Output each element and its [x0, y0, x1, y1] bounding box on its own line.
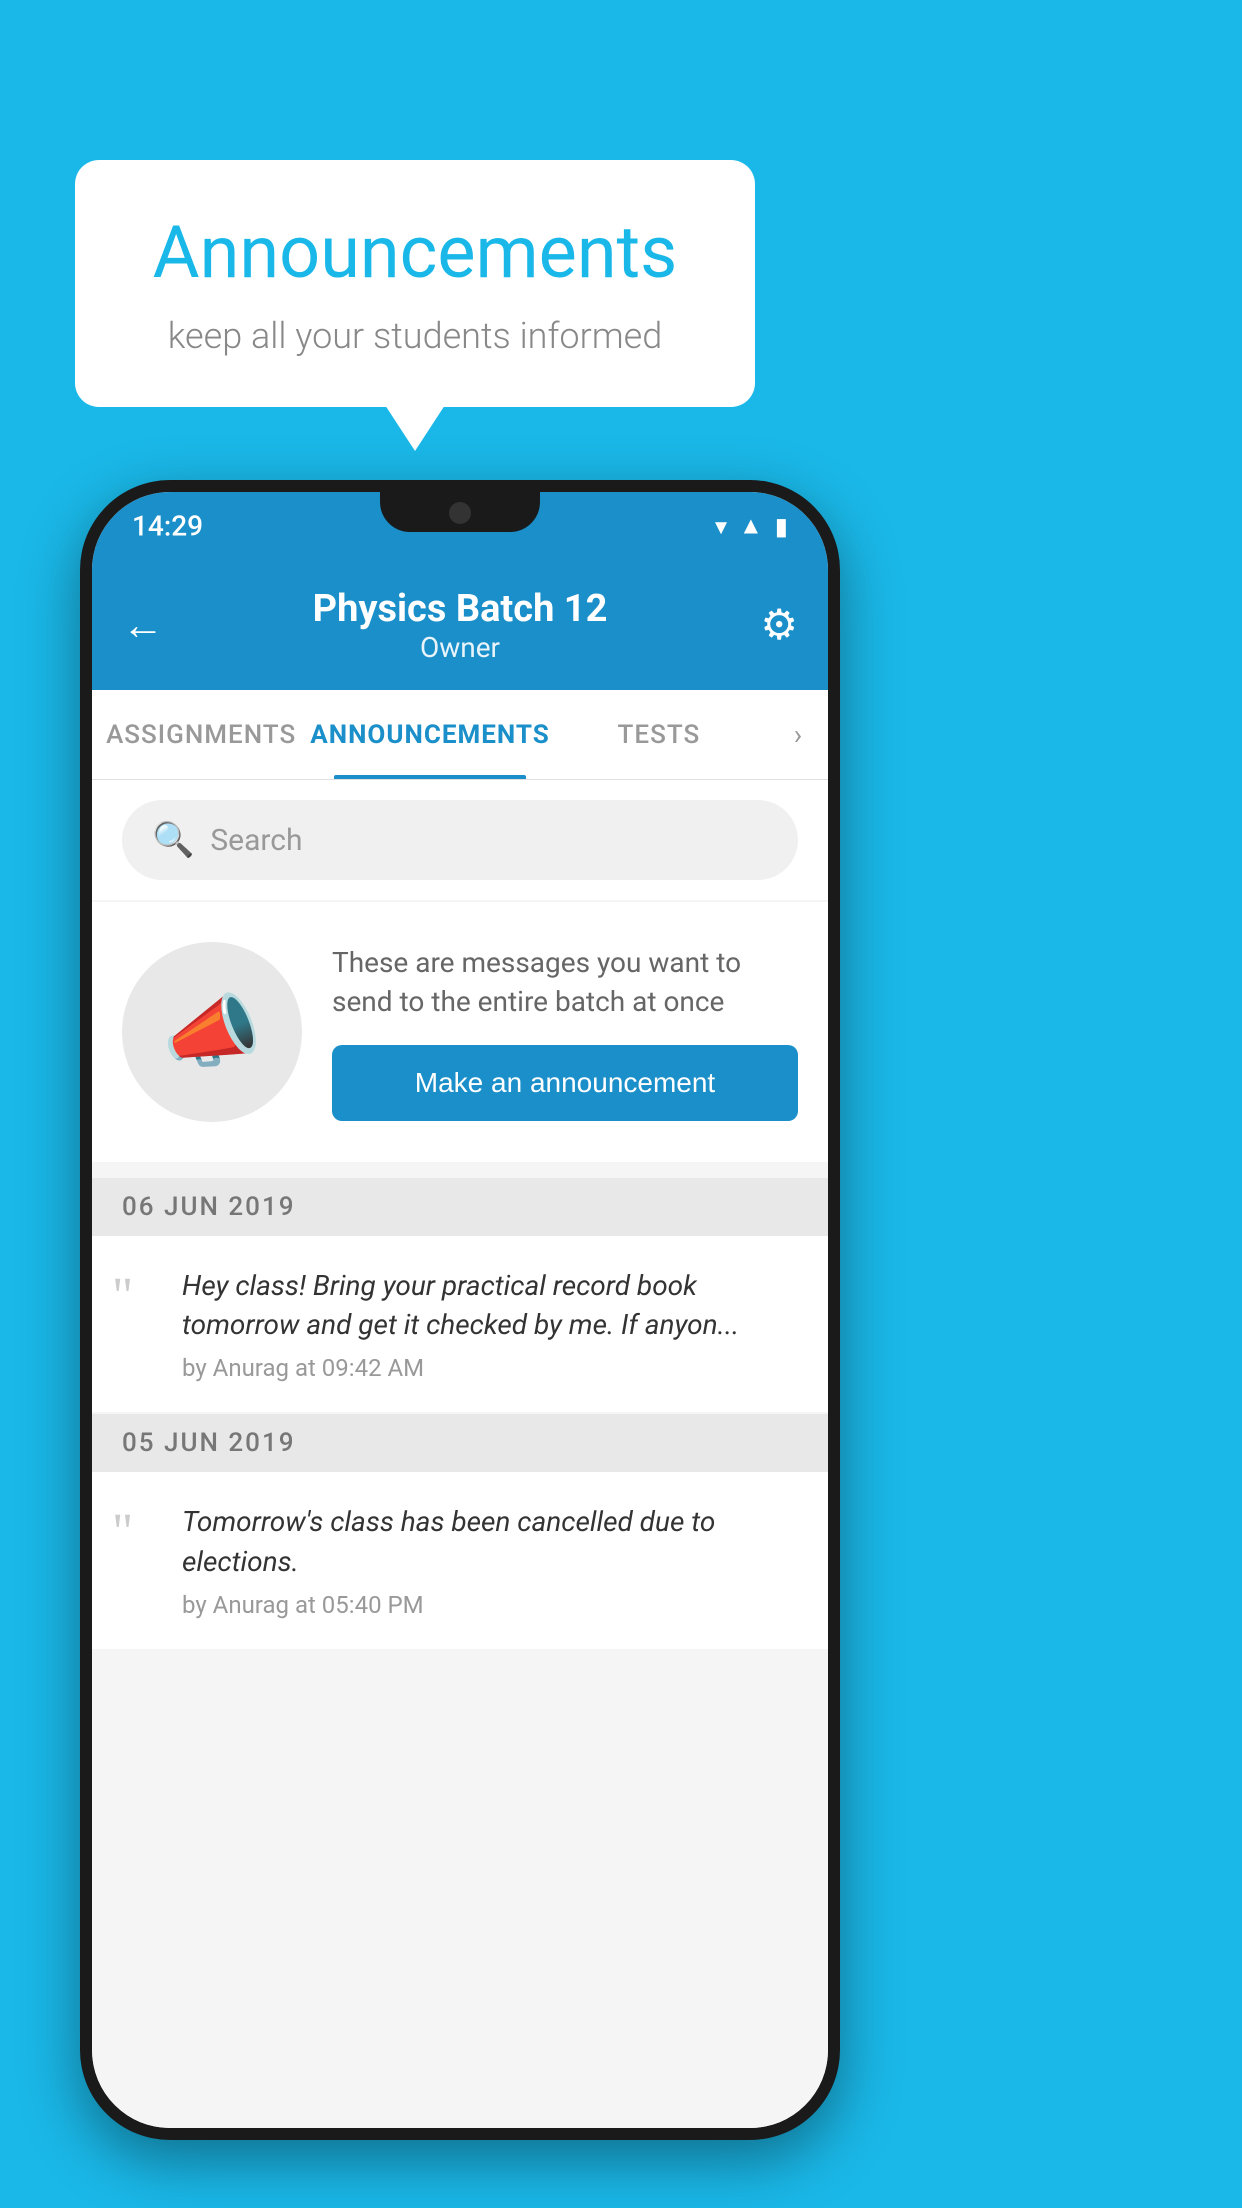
phone-screen: 14:29 ▾ ▲ ▮ ← Physics Batch 12 Owner ⚙ [92, 492, 828, 2128]
search-container: 🔍 Search [92, 780, 828, 900]
prompt-right: These are messages you want to send to t… [332, 943, 798, 1121]
date-separator-2: 05 JUN 2019 [92, 1414, 828, 1472]
megaphone-icon: 📣 [162, 985, 262, 1079]
speech-bubble-subtitle: keep all your students informed [135, 315, 695, 357]
status-icons: ▾ ▲ ▮ [715, 512, 788, 541]
prompt-description: These are messages you want to send to t… [332, 943, 798, 1021]
owner-label: Owner [313, 631, 608, 664]
announcement-content-2: Tomorrow's class has been cancelled due … [182, 1502, 798, 1618]
app-header: ← Physics Batch 12 Owner ⚙ [92, 560, 828, 690]
quote-icon-2: " [112, 1502, 162, 1618]
phone-wrapper: 14:29 ▾ ▲ ▮ ← Physics Batch 12 Owner ⚙ [80, 480, 840, 2140]
tab-announcements[interactable]: ANNOUNCEMENTS [310, 690, 549, 779]
megaphone-circle: 📣 [122, 942, 302, 1122]
tab-assignments[interactable]: ASSIGNMENTS [92, 690, 310, 779]
back-button[interactable]: ← [122, 601, 164, 650]
wifi-icon: ▾ [715, 512, 727, 540]
announcement-meta-1: by Anurag at 09:42 AM [182, 1354, 798, 1382]
tab-tests[interactable]: TESTS [550, 690, 768, 779]
header-title-area: Physics Batch 12 Owner [313, 587, 608, 664]
tab-more[interactable]: › [768, 718, 828, 751]
phone-notch [380, 492, 540, 532]
tabs-bar: ASSIGNMENTS ANNOUNCEMENTS TESTS › [92, 690, 828, 780]
gear-button[interactable]: ⚙ [760, 600, 798, 650]
speech-bubble-title: Announcements [135, 210, 695, 295]
speech-bubble: Announcements keep all your students inf… [75, 160, 755, 407]
announcement-item-2[interactable]: " Tomorrow's class has been cancelled du… [92, 1472, 828, 1648]
camera [449, 502, 471, 524]
announcement-content-1: Hey class! Bring your practical record b… [182, 1266, 798, 1382]
announcement-text-2: Tomorrow's class has been cancelled due … [182, 1502, 798, 1580]
date-separator-1: 06 JUN 2019 [92, 1178, 828, 1236]
search-bar[interactable]: 🔍 Search [122, 800, 798, 880]
phone-screen-content: 🔍 Search 📣 These are messages you want t… [92, 780, 828, 2128]
signal-icon: ▲ [739, 512, 763, 541]
phone-outer: 14:29 ▾ ▲ ▮ ← Physics Batch 12 Owner ⚙ [80, 480, 840, 2140]
announcement-prompt: 📣 These are messages you want to send to… [92, 902, 828, 1162]
speech-bubble-container: Announcements keep all your students inf… [75, 160, 755, 407]
announcement-meta-2: by Anurag at 05:40 PM [182, 1591, 798, 1619]
status-time: 14:29 [132, 510, 203, 543]
battery-icon: ▮ [775, 512, 788, 540]
quote-icon-1: " [112, 1266, 162, 1382]
search-placeholder: Search [210, 823, 302, 858]
make-announcement-button[interactable]: Make an announcement [332, 1045, 798, 1121]
batch-title: Physics Batch 12 [313, 587, 608, 631]
announcement-text-1: Hey class! Bring your practical record b… [182, 1266, 798, 1344]
search-icon: 🔍 [152, 820, 194, 860]
announcement-item-1[interactable]: " Hey class! Bring your practical record… [92, 1236, 828, 1412]
